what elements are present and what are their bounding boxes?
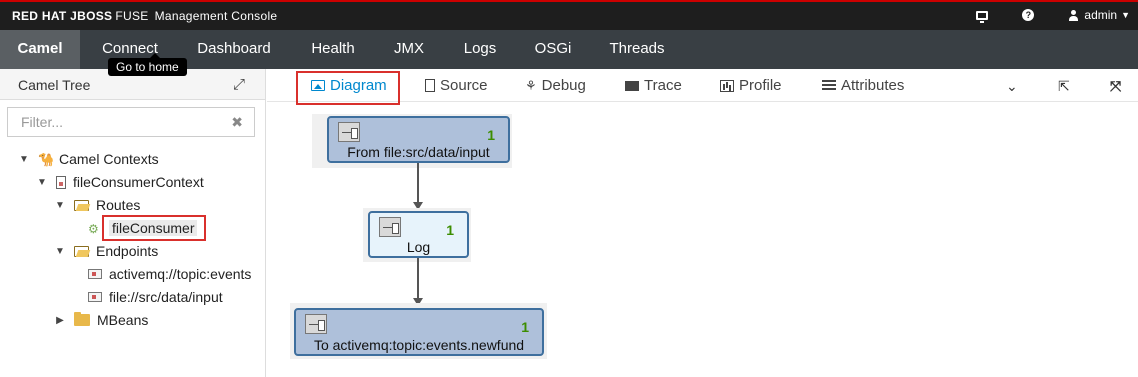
connector-line [417, 163, 419, 203]
camel-tree-panel: Camel Tree ⤢ ✖ ▼ 🐪 Camel Contexts ▼ file… [0, 69, 266, 377]
route-diagram: 1 From file:src/data/input 1 Log 1 To ac… [267, 103, 1138, 377]
bar-chart-icon [720, 79, 734, 92]
context-icon [56, 175, 66, 189]
tab-label: Diagram [330, 77, 387, 94]
tab-label: Attributes [841, 77, 905, 94]
camel-icon: 🐪 [38, 151, 55, 167]
monitor-button[interactable] [976, 10, 989, 23]
log-node-icon [379, 217, 401, 237]
user-icon [1068, 9, 1079, 21]
tree-item-route[interactable]: ⚙ fileConsumer [88, 218, 198, 238]
tree-item-label: fileConsumerContext [73, 174, 204, 190]
route-icon: ⚙ [88, 221, 99, 236]
node-label: To activemq:topic:events.newfund [313, 337, 525, 353]
brand-bar: RED HAT JBOSS FUSE Management Console ? ad… [0, 0, 1138, 30]
tab-trace[interactable]: Trace [625, 69, 682, 102]
route-tabs: Diagram Source ⚘ Debug Trace Profile Att… [267, 69, 1138, 105]
folder-open-icon [74, 199, 89, 211]
monitor-icon [976, 10, 989, 23]
app-subtitle: Management Console [154, 9, 278, 23]
folder-open-icon [74, 245, 89, 257]
tree-item-label: Endpoints [96, 243, 159, 259]
tree-item-endpoint[interactable]: activemq://topic:events [88, 264, 251, 284]
user-name: admin [1084, 8, 1118, 22]
nav-health[interactable]: Health [300, 30, 366, 69]
tree-item-label: MBeans [97, 312, 149, 328]
clear-icon[interactable]: ✖ [231, 114, 243, 131]
chevron-down-icon[interactable]: ⌄ [1006, 78, 1018, 95]
tree-item-context[interactable]: ▼ fileConsumerContext [36, 172, 204, 192]
tab-debug[interactable]: ⚘ Debug [525, 69, 586, 102]
nav-camel[interactable]: Camel [0, 30, 80, 69]
connector-line [417, 258, 419, 299]
nav-jmx[interactable]: JMX [384, 30, 434, 69]
tree-item-camel-contexts[interactable]: ▼ 🐪 Camel Contexts [18, 149, 159, 169]
file-icon [425, 79, 435, 92]
diagram-node-from[interactable]: 1 From file:src/data/input [327, 116, 510, 163]
brand-logo[interactable]: RED HAT JBOSS FUSE Management Console [12, 9, 277, 23]
chevron-down-icon[interactable]: ▼ [18, 154, 30, 165]
tab-attributes[interactable]: Attributes [822, 69, 904, 102]
chevron-down-icon[interactable]: ▼ [54, 200, 66, 211]
node-label: Log [406, 239, 431, 255]
tab-profile[interactable]: Profile [720, 69, 782, 102]
panel-title: Camel Tree [18, 77, 91, 93]
nav-osgi[interactable]: OSGi [526, 30, 580, 69]
tree-item-label: Routes [96, 197, 141, 213]
bug-icon: ⚘ [525, 78, 537, 93]
fullscreen-icon[interactable]: ⤧ [1110, 78, 1121, 95]
tab-label: Source [440, 77, 488, 94]
tree-item-routes[interactable]: ▼ Routes [54, 195, 140, 215]
tab-label: Debug [541, 77, 586, 94]
image-icon [311, 80, 325, 91]
chevron-down-icon[interactable]: ▼ [54, 246, 66, 257]
user-menu[interactable]: admin ▼ [1068, 8, 1130, 22]
nav-dashboard[interactable]: Dashboard [186, 30, 282, 69]
chevron-down-icon: ▼ [1121, 10, 1130, 20]
share-icon[interactable]: ⇱ [1058, 78, 1070, 95]
node-count: 1 [487, 127, 495, 143]
tree-item-label: file://src/data/input [109, 289, 223, 305]
help-button[interactable]: ? [1022, 9, 1035, 21]
node-count: 1 [521, 319, 529, 335]
list-icon [822, 79, 836, 92]
node-label: From file:src/data/input [347, 144, 490, 160]
nav-threads[interactable]: Threads [598, 30, 676, 69]
diagram-node-to[interactable]: 1 To activemq:topic:events.newfund [294, 308, 544, 356]
endpoint-icon [88, 269, 102, 279]
tree-item-label: fileConsumer [109, 220, 198, 236]
tab-label: Profile [739, 77, 782, 94]
tab-source[interactable]: Source [425, 69, 488, 102]
tree-item-endpoints[interactable]: ▼ Endpoints [54, 241, 158, 261]
help-icon: ? [1022, 9, 1035, 21]
expand-icon[interactable]: ⤢ [233, 76, 245, 93]
chevron-down-icon[interactable]: ▼ [36, 177, 48, 188]
tooltip: Go to home [108, 53, 187, 76]
tree-item-mbeans[interactable]: ▶ MBeans [54, 310, 148, 330]
endpoint-node-icon [338, 122, 360, 142]
endpoint-node-icon [305, 314, 327, 334]
tab-diagram[interactable]: Diagram [311, 69, 387, 102]
chevron-right-icon[interactable]: ▶ [54, 315, 66, 326]
nav-logs[interactable]: Logs [452, 30, 508, 69]
brand-product: FUSE [115, 9, 149, 23]
brand-name: RED HAT JBOSS [12, 9, 113, 23]
filter-input[interactable] [8, 108, 218, 136]
tree-item-label: activemq://topic:events [109, 266, 252, 282]
route-panel: Diagram Source ⚘ Debug Trace Profile Att… [267, 69, 1138, 377]
tab-label: Trace [644, 77, 682, 94]
endpoint-icon [88, 292, 102, 302]
tree-item-endpoint[interactable]: file://src/data/input [88, 287, 223, 307]
folder-icon [74, 312, 90, 326]
filter-box: ✖ [7, 107, 255, 137]
node-count: 1 [446, 222, 454, 238]
tree-item-label: Camel Contexts [59, 151, 159, 167]
main-nav: Camel Connect Dashboard Health JMX Logs … [0, 30, 1138, 76]
envelope-icon [625, 80, 639, 91]
diagram-node-log[interactable]: 1 Log [368, 211, 469, 258]
